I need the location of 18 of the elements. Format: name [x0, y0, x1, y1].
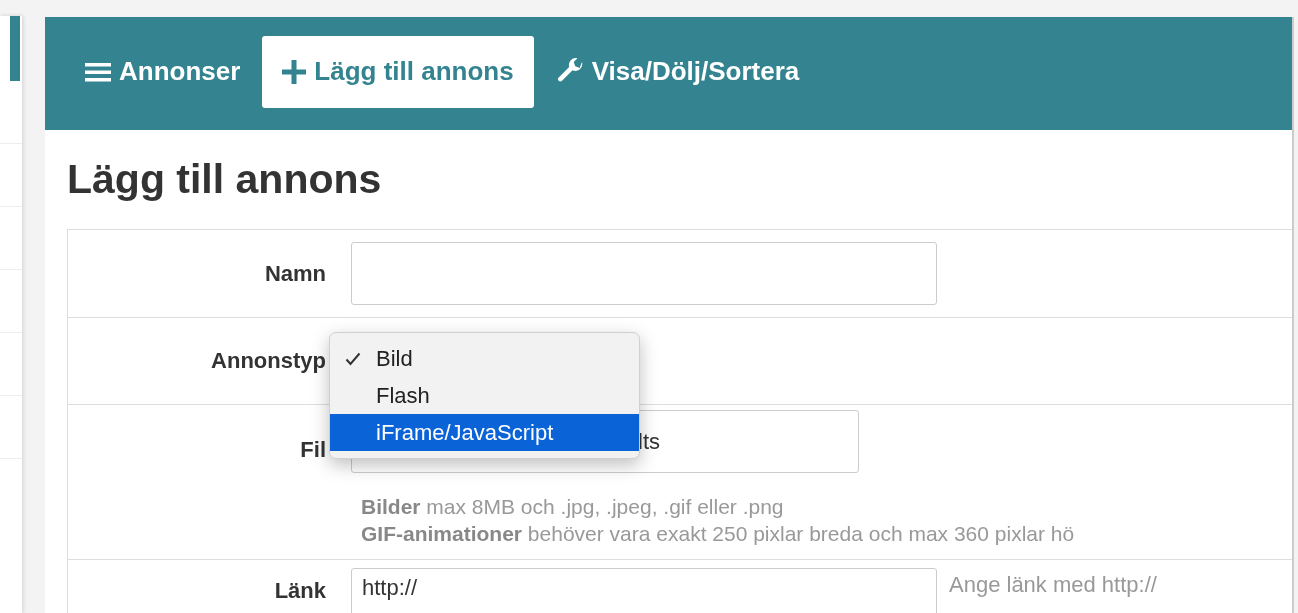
- text-field[interactable]: [351, 242, 937, 305]
- menu-icon: [85, 60, 111, 83]
- hint-text: Bilder max 8MB och .jpg, .jpeg, .gif eller .png: [361, 494, 785, 520]
- hint-text: GIF-animationer behöver vara exakt 250 pixlar breda och max 360 pixlar hö: [361, 521, 1076, 547]
- nav-tab[interactable]: Lägg till annons: [262, 35, 534, 108]
- dropdown-option[interactable]: Bild: [330, 340, 639, 377]
- help-text: Ange länk med http://: [949, 572, 1157, 598]
- dropdown-option[interactable]: Flash: [330, 377, 639, 414]
- plus-icon: [282, 59, 307, 84]
- field-label: Namn: [264, 260, 326, 286]
- field-label: Fil: [300, 437, 326, 462]
- nav-tab[interactable]: Visa/Dölj/Sortera: [535, 35, 820, 108]
- link-field[interactable]: http://: [351, 568, 937, 613]
- field-label: Annonstyp: [211, 348, 326, 373]
- dropdown-option[interactable]: iFrame/JavaScript: [330, 414, 639, 451]
- nav-tab[interactable]: Annonser: [65, 35, 261, 108]
- page-heading: Lägg till annons: [67, 156, 383, 203]
- field-label: Länk: [274, 578, 326, 603]
